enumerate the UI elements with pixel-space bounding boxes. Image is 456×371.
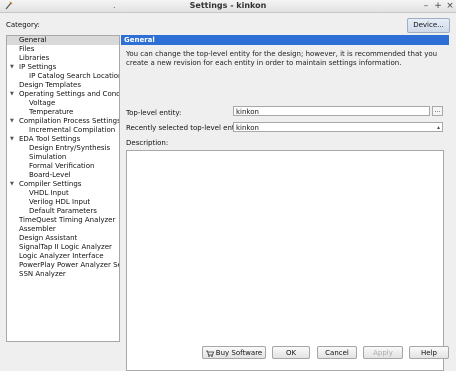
description-label: Description: xyxy=(126,139,169,147)
tree-item[interactable]: Board-Level xyxy=(7,171,119,180)
tree-item-label: Compilation Process Settings xyxy=(19,117,120,125)
cancel-button[interactable]: Cancel xyxy=(317,346,357,359)
tree-item[interactable]: Design Assistant xyxy=(7,234,119,243)
tree-item-label: PowerPlay Power Analyzer Settings xyxy=(19,261,119,269)
tree-item-label: Default Parameters xyxy=(29,207,97,215)
tree-item[interactable]: Simulation xyxy=(7,153,119,162)
description-box xyxy=(126,150,444,371)
tree-item[interactable]: Libraries xyxy=(7,54,119,63)
tree-item[interactable]: Voltage xyxy=(7,99,119,108)
expand-arrow-icon[interactable]: ▼ xyxy=(10,117,18,126)
help-button[interactable]: Help xyxy=(409,346,449,359)
tree-item-label: Simulation xyxy=(29,153,67,161)
tree-item-label: General xyxy=(19,36,47,44)
title-bar: . Settings - kinkon – + × xyxy=(0,0,456,13)
tree-item[interactable]: SSN Analyzer xyxy=(7,270,119,279)
recent-entities-combo[interactable]: kinkon ▴ xyxy=(233,122,443,132)
tree-item-label: Design Templates xyxy=(19,81,81,89)
buy-software-label: Buy Software xyxy=(215,349,263,357)
tree-item-label: TimeQuest Timing Analyzer xyxy=(19,216,116,224)
tree-item[interactable]: Files xyxy=(7,45,119,54)
expand-arrow-icon[interactable]: ▼ xyxy=(10,63,18,72)
tree-item-label: Board-Level xyxy=(29,171,71,179)
cart-icon xyxy=(205,350,214,357)
tree-item[interactable]: Incremental Compilation xyxy=(7,126,119,135)
buy-software-button[interactable]: Buy Software xyxy=(202,346,266,359)
tree-item[interactable]: TimeQuest Timing Analyzer xyxy=(7,216,119,225)
tree-item[interactable]: ▼Operating Settings and Conditions xyxy=(7,90,119,99)
tree-item-label: SSN Analyzer xyxy=(19,270,66,278)
expand-arrow-icon[interactable]: ▼ xyxy=(10,90,18,99)
tree-item-label: SignalTap II Logic Analyzer xyxy=(19,243,112,251)
category-tree[interactable]: General Files Libraries ▼ IP Settings IP Cata… xyxy=(6,35,120,342)
tree-item-label: Incremental Compilation xyxy=(29,126,116,134)
panel-header: General xyxy=(121,35,449,45)
tree-item[interactable]: PowerPlay Power Analyzer Settings xyxy=(7,261,119,270)
close-button[interactable]: × xyxy=(445,0,455,12)
tree-item[interactable]: Verilog HDL Input xyxy=(7,198,119,207)
tree-item-label: Voltage xyxy=(29,99,56,107)
expand-arrow-icon[interactable]: ▼ xyxy=(10,135,18,144)
maximize-button[interactable]: + xyxy=(433,0,443,12)
browse-button[interactable]: ... xyxy=(432,106,443,116)
tree-item[interactable]: Formal Verification xyxy=(7,162,119,171)
panel-description: You can change the top-level entity for … xyxy=(126,50,438,67)
tree-item-label: Logic Analyzer Interface xyxy=(19,252,104,260)
tree-item[interactable]: Default Parameters xyxy=(7,207,119,216)
tree-item-label: Design Assistant xyxy=(19,234,78,242)
tree-item-label: Files xyxy=(19,45,35,53)
tree-item[interactable]: ▼ Compilation Process Settings xyxy=(7,117,119,126)
tree-item-label: Operating Settings and Conditions xyxy=(19,90,119,98)
tree-item[interactable]: VHDL Input xyxy=(7,189,119,198)
tree-item[interactable]: Design Entry/Synthesis xyxy=(7,144,119,153)
tree-item[interactable]: ▼ Compiler Settings xyxy=(7,180,119,189)
tree-item[interactable]: ▼ IP Settings xyxy=(7,63,119,72)
device-button[interactable]: Device... xyxy=(407,18,450,33)
tree-item-label: EDA Tool Settings xyxy=(19,135,81,143)
tree-item-label: Assembler xyxy=(19,225,56,233)
tree-item[interactable]: General xyxy=(7,36,119,45)
updown-arrows-icon: ▴ xyxy=(436,124,440,131)
ok-button[interactable]: OK xyxy=(272,346,310,359)
tree-item-label: Libraries xyxy=(19,54,50,62)
tree-item-label: Compiler Settings xyxy=(19,180,82,188)
tree-item-label: Temperature xyxy=(29,108,74,116)
tree-item[interactable]: Logic Analyzer Interface xyxy=(7,252,119,261)
tree-item[interactable]: ▼ EDA Tool Settings xyxy=(7,135,119,144)
tree-item[interactable]: Temperature xyxy=(7,108,119,117)
tree-item[interactable]: Design Templates xyxy=(7,81,119,90)
category-label: Category: xyxy=(6,21,40,29)
top-level-entity-input[interactable]: kinkon xyxy=(233,106,430,116)
apply-button[interactable]: Apply xyxy=(363,346,403,359)
minimize-button[interactable]: – xyxy=(421,0,431,12)
tree-item-label: VHDL Input xyxy=(29,189,69,197)
top-level-label: Top-level entity: xyxy=(126,109,182,117)
tree-item-label: Verilog HDL Input xyxy=(29,198,91,206)
expand-arrow-icon[interactable]: ▼ xyxy=(10,180,18,189)
window-title: Settings - kinkon xyxy=(189,1,267,10)
tree-item[interactable]: IP Catalog Search Locations xyxy=(7,72,119,81)
tree-item-label: IP Catalog Search Locations xyxy=(29,72,120,80)
tree-item-label: IP Settings xyxy=(19,63,57,71)
recent-entities-value: kinkon xyxy=(236,124,259,132)
tree-item[interactable]: SignalTap II Logic Analyzer xyxy=(7,243,119,252)
settings-panel: General You can change the top-level ent… xyxy=(121,35,449,371)
tree-item-label: Design Entry/Synthesis xyxy=(29,144,111,152)
tree-item[interactable]: Assembler xyxy=(7,225,119,234)
tree-item-label: Formal Verification xyxy=(29,162,95,170)
